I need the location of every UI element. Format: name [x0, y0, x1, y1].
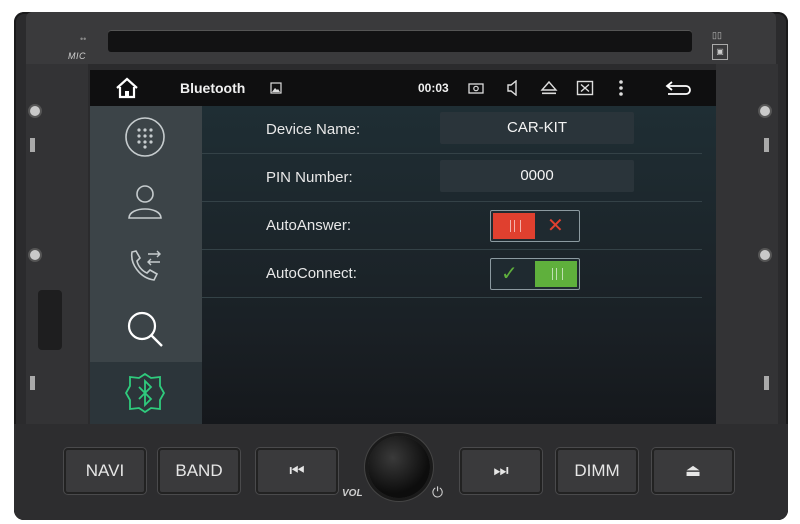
previous-track-button[interactable]: ⏮	[256, 448, 338, 494]
auto-connect-toggle[interactable]: ✓	[490, 258, 580, 290]
auto-connect-label: AutoConnect:	[266, 265, 357, 282]
sidebar-item-dialpad[interactable]	[90, 106, 202, 168]
dialpad-icon	[125, 117, 165, 157]
eject-button[interactable]: ⏏	[652, 448, 734, 494]
toggle-knob	[493, 213, 535, 239]
left-bezel	[26, 64, 88, 424]
status-bar: Bluetooth 00:03	[90, 70, 716, 106]
power-icon: ⏻	[432, 484, 444, 500]
eject-icon[interactable]	[540, 80, 558, 96]
clock: 00:03	[418, 81, 449, 95]
sidebar-item-bluetooth[interactable]	[90, 362, 205, 424]
mic-hole: ••	[80, 34, 87, 44]
image-notification-icon	[270, 82, 282, 94]
search-icon	[127, 311, 163, 347]
next-track-button[interactable]: ⏭	[460, 448, 542, 494]
back-icon[interactable]	[664, 80, 692, 96]
reset-hole-icon: ▯▯	[712, 30, 722, 40]
auto-answer-toggle[interactable]: ✕	[490, 210, 580, 242]
band-button[interactable]: BAND	[158, 448, 240, 494]
sidebar-item-search[interactable]	[90, 298, 202, 360]
auto-answer-row: AutoAnswer: ✕	[202, 202, 702, 250]
screw-icon	[760, 250, 770, 260]
pin-number-field[interactable]: 0000	[440, 160, 634, 192]
device-name-field[interactable]: CAR-KIT	[440, 112, 634, 144]
volume-knob[interactable]	[368, 436, 430, 498]
auto-connect-row: AutoConnect: ✓	[202, 250, 702, 298]
side-vent	[38, 290, 62, 350]
pin-number-row: PIN Number: 0000	[202, 154, 702, 202]
right-bezel	[716, 64, 778, 424]
navi-button[interactable]: NAVI	[64, 448, 146, 494]
auto-answer-label: AutoAnswer:	[266, 217, 352, 234]
screw-icon	[30, 250, 40, 260]
sidebar-item-contacts[interactable]	[90, 170, 202, 232]
screenshot-icon[interactable]	[468, 82, 484, 94]
contact-icon	[128, 185, 162, 219]
dimm-button[interactable]: DIMM	[556, 448, 638, 494]
bluetooth-sidebar	[90, 106, 205, 424]
sidebar-item-call-log[interactable]	[90, 234, 202, 296]
bezel-notch	[30, 376, 35, 390]
mic-label: MIC	[68, 51, 86, 61]
screw-icon	[760, 106, 770, 116]
pin-number-label: PIN Number:	[266, 169, 353, 186]
volume-icon[interactable]	[506, 80, 520, 96]
bezel-notch	[764, 138, 769, 152]
close-app-icon[interactable]	[576, 80, 594, 96]
toggle-knob	[535, 261, 577, 287]
check-icon: ✓	[501, 263, 518, 285]
sd-slot-icon: ▣	[712, 44, 728, 60]
device-name-label: Device Name:	[266, 121, 361, 138]
disc-slot	[108, 30, 692, 52]
bezel-notch	[30, 138, 35, 152]
call-log-icon	[130, 250, 161, 281]
bezel-notch	[764, 376, 769, 390]
touch-screen: Bluetooth 00:03 Device Name: CAR-KIT PIN…	[90, 70, 716, 424]
bluetooth-settings-panel: Device Name: CAR-KIT PIN Number: 0000 Au…	[202, 106, 716, 424]
page-title: Bluetooth	[180, 80, 246, 96]
screw-icon	[30, 106, 40, 116]
more-menu-icon[interactable]	[618, 79, 624, 97]
volume-label: VOL	[342, 488, 363, 499]
bluetooth-icon	[124, 372, 166, 414]
home-icon[interactable]	[114, 76, 140, 100]
device-name-row: Device Name: CAR-KIT	[202, 106, 702, 154]
cross-icon: ✕	[547, 215, 564, 237]
